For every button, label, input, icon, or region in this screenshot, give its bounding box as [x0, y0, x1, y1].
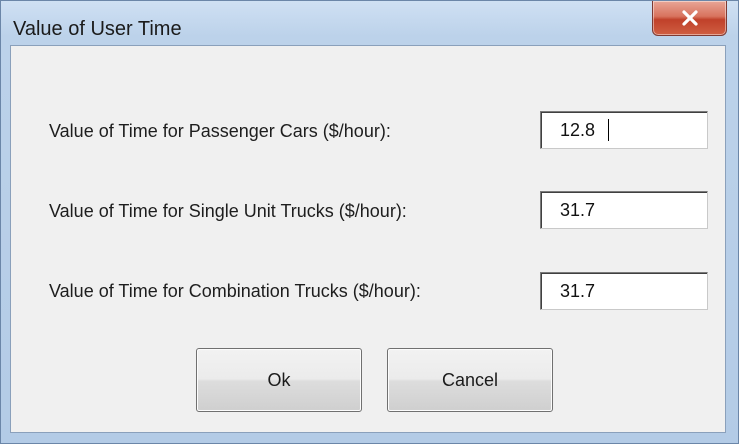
- combination-trucks-input[interactable]: [540, 272, 708, 310]
- cancel-button[interactable]: Cancel: [387, 348, 553, 412]
- single-unit-trucks-label: Value of Time for Single Unit Trucks ($/…: [49, 201, 407, 221]
- dialog-body: Value of Time for Passenger Cars ($/hour…: [10, 45, 726, 433]
- window-title: Value of User Time: [13, 18, 182, 40]
- combination-trucks-label: Value of Time for Combination Trucks ($/…: [49, 281, 421, 301]
- passenger-cars-input[interactable]: [540, 111, 708, 149]
- text-caret: [608, 119, 609, 141]
- passenger-cars-label: Value of Time for Passenger Cars ($/hour…: [49, 121, 391, 141]
- ok-button[interactable]: Ok: [196, 348, 362, 412]
- dialog-window: Value of User Time Value of Time for Pas…: [0, 0, 739, 444]
- close-icon: [681, 10, 699, 26]
- single-unit-trucks-input[interactable]: [540, 191, 708, 229]
- close-button[interactable]: [652, 1, 727, 36]
